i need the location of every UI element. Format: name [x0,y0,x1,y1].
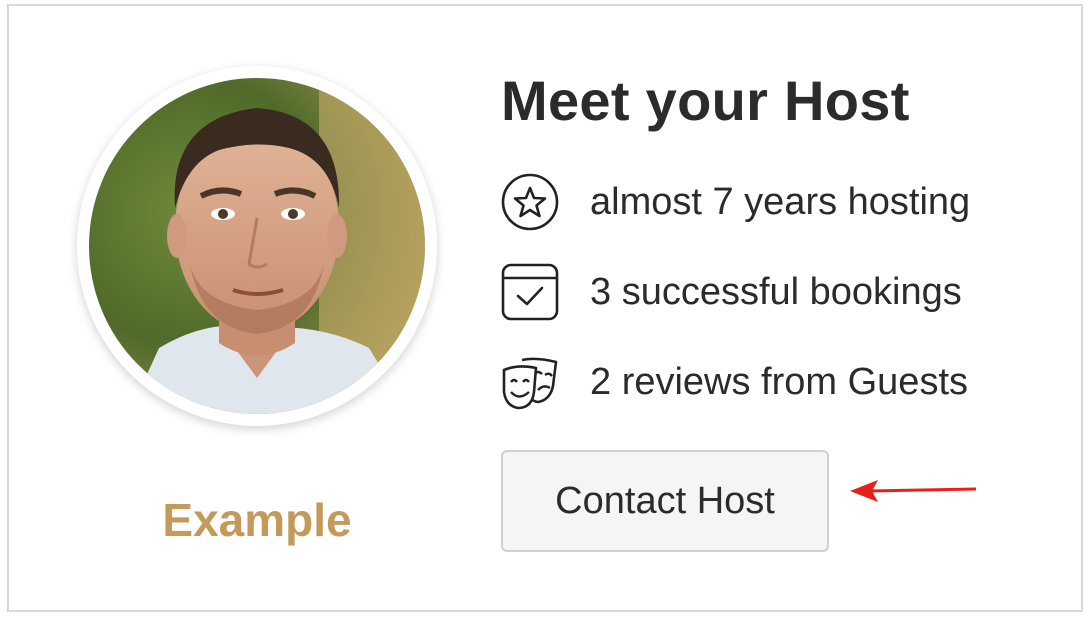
stat-label: almost 7 years hosting [590,180,971,223]
theater-masks-icon [500,352,560,412]
calendar-check-icon [500,262,560,322]
card-title: Meet your Host [501,69,910,132]
stat-label: 2 reviews from Guests [590,360,968,403]
host-photo [89,78,425,414]
stat-label: 3 successful bookings [590,270,962,313]
host-avatar[interactable] [77,66,437,426]
stat-years-hosting: almost 7 years hosting [500,170,970,234]
star-badge-icon [500,172,560,232]
stat-reviews: 2 reviews from Guests [500,350,968,414]
host-name[interactable]: Example [77,493,437,547]
contact-host-button[interactable]: Contact Host [501,450,829,552]
stat-bookings: 3 successful bookings [500,260,962,324]
red-arrow-annotation [850,480,977,502]
